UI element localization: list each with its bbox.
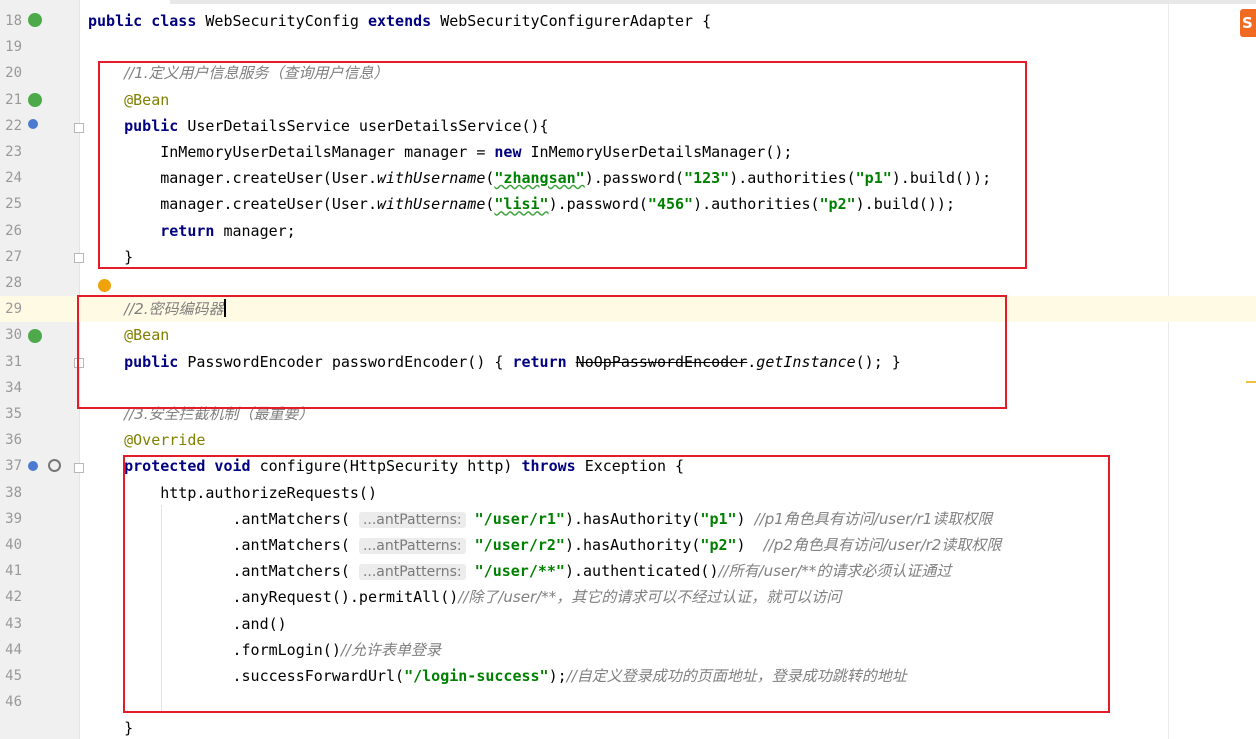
- line-number: 31: [5, 353, 22, 370]
- code-line[interactable]: 18 public class WebSecurityConfig extends…: [0, 8, 1256, 34]
- fold-toggle-icon[interactable]: [74, 123, 84, 133]
- line-number: 24: [5, 170, 22, 187]
- highlight-box-user-details: [98, 61, 1027, 269]
- line-number: 19: [5, 39, 22, 56]
- line-number: 18: [5, 13, 22, 29]
- line-number: 20: [5, 65, 22, 82]
- line-number: 25: [5, 196, 22, 213]
- spring-bean-icon[interactable]: [28, 13, 42, 27]
- highlight-box-password-encoder: [77, 295, 1007, 409]
- code-token: @Override: [124, 431, 206, 450]
- line-number: 29: [5, 301, 22, 318]
- code-token: public class: [88, 12, 206, 30]
- code-token: WebSecurityConfig: [205, 12, 368, 30]
- spring-bean-icon[interactable]: [28, 329, 42, 343]
- line-number: 37: [5, 458, 22, 475]
- highlight-box-security-config: [123, 455, 1110, 713]
- code-line[interactable]: 36 @Override: [0, 427, 1256, 453]
- line-number: 39: [5, 510, 22, 527]
- line-number: 36: [5, 432, 22, 449]
- line-number: 46: [5, 694, 22, 711]
- code-line[interactable]: 19: [0, 34, 1256, 60]
- line-number: 43: [5, 615, 22, 632]
- code-line[interactable]: }: [0, 715, 1256, 739]
- code-text: public class WebSecurityConfig extends W…: [88, 8, 711, 34]
- line-number: 26: [5, 222, 22, 239]
- line-number: 23: [5, 144, 22, 160]
- code-token: WebSecurityConfigurerAdapter {: [440, 12, 712, 30]
- line-number: 41: [5, 563, 22, 580]
- override-marker-icon[interactable]: [28, 461, 38, 471]
- line-number: 38: [5, 484, 22, 501]
- code-token: }: [88, 719, 134, 738]
- line-number: 22: [5, 117, 22, 134]
- line-number: 34: [5, 379, 22, 396]
- fold-toggle-icon[interactable]: [74, 253, 84, 263]
- code-line[interactable]: 28: [0, 270, 1256, 296]
- code-text: }: [88, 715, 133, 739]
- line-number: 27: [5, 248, 22, 265]
- app-logo: S: [1240, 9, 1256, 37]
- line-number: 40: [5, 537, 22, 553]
- intention-lightbulb-icon[interactable]: [98, 279, 111, 292]
- line-number: 21: [5, 91, 22, 108]
- line-number: 44: [5, 641, 22, 658]
- code-text: @Override: [88, 427, 205, 453]
- line-number: 28: [5, 275, 22, 291]
- line-number: 42: [5, 589, 22, 606]
- code-token: extends: [367, 12, 441, 30]
- scrollbar-marker[interactable]: [1246, 381, 1256, 383]
- spring-bean-icon[interactable]: [28, 93, 42, 107]
- line-number: 30: [5, 327, 22, 344]
- fold-toggle-icon[interactable]: [74, 463, 84, 473]
- line-number: 35: [5, 406, 22, 422]
- annotation-at-icon[interactable]: [48, 459, 61, 472]
- implementation-marker-icon[interactable]: [28, 119, 38, 129]
- line-number: 45: [5, 668, 22, 684]
- editor-tab-strip-edge: [170, 0, 1256, 4]
